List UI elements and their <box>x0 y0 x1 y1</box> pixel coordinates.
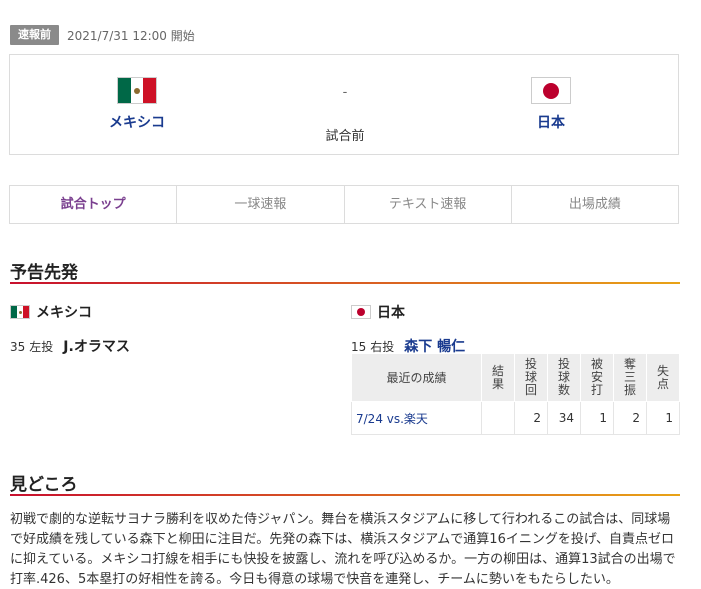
col-pitches-label: 投球数 <box>557 357 570 397</box>
tab-game-top[interactable]: 試合トップ <box>10 186 178 223</box>
table-row: 7/24 vs.楽天 2 34 1 2 1 <box>351 401 680 435</box>
home-pitcher-team-name: メキシコ <box>36 305 92 321</box>
away-pitcher-team-name: 日本 <box>377 305 405 321</box>
col-result: 結果 <box>481 353 515 402</box>
section-divider <box>10 282 680 284</box>
col-hits: 被安打 <box>580 353 614 402</box>
tab-player-stats[interactable]: 出場成績 <box>512 186 678 223</box>
home-starting-pitcher: メキシコ 35 左投 J.オラマス <box>10 302 130 356</box>
home-pitcher-position: 左投 <box>29 340 54 354</box>
game-state: 試合前 <box>325 129 365 144</box>
away-team-name[interactable]: 日本 <box>511 112 591 132</box>
home-pitcher-team: メキシコ <box>10 302 130 322</box>
col-runs: 失点 <box>646 353 680 402</box>
status-badge: 速報前 <box>10 25 59 45</box>
mexico-flag-icon <box>117 77 157 104</box>
col-hits-label: 被安打 <box>590 357 603 397</box>
mexico-flag-icon <box>10 305 30 319</box>
away-pitcher-number: 15 <box>351 340 367 354</box>
game-status-row: 速報前 2021/7/31 12:00 開始 <box>10 24 195 46</box>
col-pitches: 投球数 <box>547 353 581 402</box>
section-divider <box>10 494 680 496</box>
japan-flag-icon <box>531 77 571 104</box>
home-pitcher-info: 35 左投 J.オラマス <box>10 336 130 356</box>
stat-hits: 1 <box>580 401 614 435</box>
stat-innings: 2 <box>514 401 548 435</box>
japan-flag-icon <box>351 305 371 319</box>
col-innings-label: 投球回 <box>524 357 537 397</box>
stat-runs: 1 <box>646 401 680 435</box>
home-pitcher-number: 35 <box>10 340 26 354</box>
stat-strikeouts: 2 <box>613 401 647 435</box>
highlights-title: 見どころ <box>10 475 78 495</box>
highlights-text: 初戦で劇的な逆転サヨナラ勝利を収めた侍ジャパン。舞台を横浜スタジアムに移して行わ… <box>10 512 676 587</box>
stat-result <box>481 401 515 435</box>
recent-stats-table: 最近の成績 結果 投球回 投球数 被安打 奪三振 失点 7/24 vs.楽天 2… <box>351 353 680 435</box>
home-team[interactable]: メキシコ <box>97 77 177 132</box>
away-starting-pitcher: 日本 15 右投 森下 暢仁 <box>351 302 465 356</box>
starting-pitchers-title: 予告先発 <box>10 263 78 283</box>
scoreboard: メキシコ - 試合前 日本 <box>9 54 679 155</box>
col-result-label: 結果 <box>491 363 504 391</box>
home-team-name[interactable]: メキシコ <box>97 112 177 132</box>
game-datetime: 2021/7/31 12:00 開始 <box>67 28 195 43</box>
away-pitcher-team: 日本 <box>351 302 465 322</box>
col-innings: 投球回 <box>514 353 548 402</box>
table-header-row: 最近の成績 結果 投球回 投球数 被安打 奪三振 失点 <box>351 353 680 402</box>
score-text: - <box>342 85 348 100</box>
col-runs-label: 失点 <box>656 363 669 391</box>
stat-pitches: 34 <box>547 401 581 435</box>
away-team[interactable]: 日本 <box>511 77 591 132</box>
col-strikeouts-label: 奪三振 <box>623 357 636 397</box>
stat-game-link[interactable]: 7/24 vs.楽天 <box>351 401 482 435</box>
tab-text-live[interactable]: テキスト速報 <box>345 186 512 223</box>
tab-pitch-by-pitch[interactable]: 一球速報 <box>177 186 345 223</box>
game-tabs: 試合トップ 一球速報 テキスト速報 出場成績 <box>9 185 679 224</box>
home-pitcher-name: J.オラマス <box>63 339 130 355</box>
col-strikeouts: 奪三振 <box>613 353 647 402</box>
col-recent: 最近の成績 <box>351 353 482 402</box>
